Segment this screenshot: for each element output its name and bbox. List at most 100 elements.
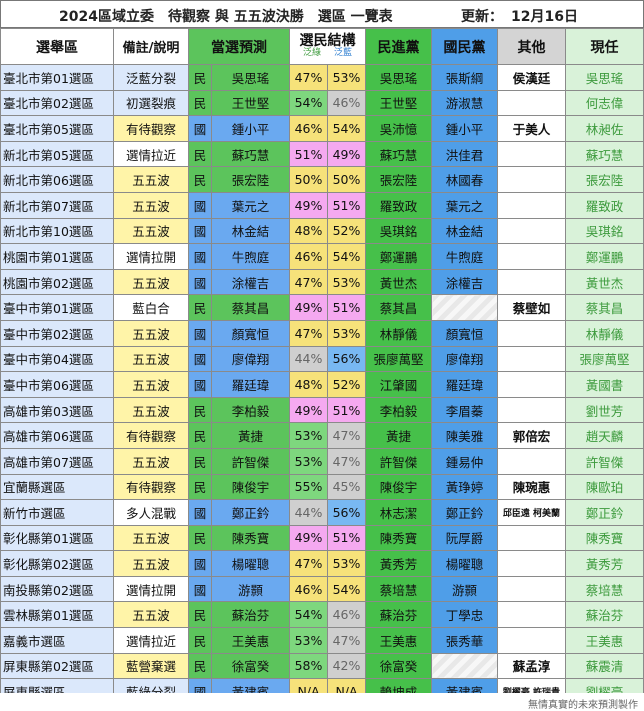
green-pct-cell: 54% (289, 601, 328, 629)
green-pct-cell: 51% (289, 140, 328, 168)
party-cell: 民 (188, 89, 212, 117)
table-row: 彰化縣第01選區 五五波民陳秀寶 49% 51% 陳秀寶 阮厚爵 陳秀寶 (0, 524, 644, 552)
blue-pct-cell: 46% (327, 89, 366, 117)
blue-pct-cell: 52% (327, 371, 366, 398)
party-cell: 國 (188, 268, 212, 296)
table-row: 新北市第06選區 五五波民張宏陸 50% 50% 張宏陸 林國春 張宏陸 (0, 166, 644, 193)
other-candidate-cell (497, 601, 566, 629)
party-cell: 民 (188, 64, 212, 91)
table-row: 臺中市第04選區 五五波國廖偉翔 44% 56% 張廖萬堅 廖偉翔 張廖萬堅 (0, 345, 644, 373)
kmt-candidate-cell: 張秀華 (431, 627, 498, 654)
note-cell: 有待觀察 (113, 422, 189, 449)
header-dpp: 民進黨 (365, 28, 432, 65)
blue-pct-cell: 54% (327, 575, 366, 603)
incumbent-cell: 蘇治芬 (565, 601, 644, 629)
other-candidate-cell: 侯漢廷 (497, 64, 566, 91)
predicted-cell: 蘇巧慧 (211, 140, 290, 168)
other-candidate-cell (497, 191, 566, 219)
predicted-cell: 陳秀寶 (211, 524, 290, 552)
dpp-candidate-cell: 蔡其昌 (365, 294, 432, 321)
header-note: 備註/說明 (113, 28, 189, 65)
incumbent-cell: 鄭運鵬 (565, 243, 644, 270)
blue-pct-cell: 46% (327, 601, 366, 629)
kmt-candidate-cell: 張斯綱 (431, 64, 498, 91)
other-candidate-cell (497, 345, 566, 373)
note-cell: 五五波 (113, 191, 189, 219)
blue-pct-cell: 51% (327, 524, 366, 552)
note-cell: 五五波 (113, 396, 189, 424)
kmt-candidate-cell: 洪佳君 (431, 140, 498, 168)
district-cell: 臺北市第05選區 (0, 115, 114, 142)
header-row: 選舉區 備註/說明 當選預測 選民結構 泛綠 泛藍 民進黨 國民黨 其他 現任 (0, 28, 644, 65)
green-pct-cell: 47% (289, 268, 328, 296)
note-cell: 五五波 (113, 371, 189, 398)
district-cell: 臺北市第01選區 (0, 64, 114, 91)
incumbent-cell: 黃秀芳 (565, 550, 644, 577)
header-blue: 泛藍 (333, 48, 352, 59)
blue-pct-cell: 53% (327, 64, 366, 91)
incumbent-cell: 陳秀寶 (565, 524, 644, 552)
blue-pct-cell: 54% (327, 115, 366, 142)
other-candidate-cell (497, 575, 566, 603)
party-cell: 國 (188, 550, 212, 577)
district-cell: 新北市第07選區 (0, 191, 114, 219)
other-candidate-cell: 邱臣遠 柯美蘭 (497, 499, 566, 526)
note-cell: 初選裂痕 (113, 89, 189, 117)
district-cell: 臺中市第04選區 (0, 345, 114, 373)
party-cell: 民 (188, 422, 212, 449)
incumbent-cell: 羅致政 (565, 191, 644, 219)
incumbent-cell: 張廖萬堅 (565, 345, 644, 373)
note-cell: 選情拉開 (113, 243, 189, 270)
incumbent-cell: 鄭正鈐 (565, 499, 644, 526)
dpp-candidate-cell: 林靜儀 (365, 319, 432, 347)
table-row: 桃園市第02選區 五五波國涂權吉 47% 53% 黃世杰 涂權吉 黃世杰 (0, 268, 644, 296)
predicted-cell: 楊曜聰 (211, 550, 290, 577)
other-candidate-cell: 于美人 (497, 115, 566, 142)
green-pct-cell: 46% (289, 575, 328, 603)
green-pct-cell: 54% (289, 89, 328, 117)
kmt-candidate-cell: 鄭正鈐 (431, 499, 498, 526)
green-pct-cell: 48% (289, 217, 328, 245)
table-row: 彰化縣第02選區 五五波國楊曜聰 47% 53% 黃秀芳 楊曜聰 黃秀芳 (0, 550, 644, 577)
predicted-cell: 鍾小平 (211, 115, 290, 142)
blue-pct-cell: 52% (327, 217, 366, 245)
party-cell: 國 (188, 371, 212, 398)
note-cell: 五五波 (113, 166, 189, 193)
other-candidate-cell: 郭倍宏 (497, 422, 566, 449)
dpp-candidate-cell: 蘇巧慧 (365, 140, 432, 168)
kmt-candidate-cell: 李眉蓁 (431, 396, 498, 424)
dpp-candidate-cell: 蔡培慧 (365, 575, 432, 603)
page-title: 2024區域立委 待觀察 與 五五波決勝 選區 一覽表 (59, 9, 393, 25)
dpp-candidate-cell: 吳沛憶 (365, 115, 432, 142)
incumbent-cell: 陳歐珀 (565, 473, 644, 501)
party-cell: 民 (188, 396, 212, 424)
note-cell: 五五波 (113, 268, 189, 296)
other-candidate-cell (497, 166, 566, 193)
party-cell: 民 (188, 601, 212, 629)
other-candidate-cell (497, 89, 566, 117)
dpp-candidate-cell: 李柏毅 (365, 396, 432, 424)
green-pct-cell: 49% (289, 191, 328, 219)
table-row: 桃園市第01選區 選情拉開國牛煦庭 46% 54% 鄭運鵬 牛煦庭 鄭運鵬 (0, 243, 644, 270)
blue-pct-cell: 51% (327, 396, 366, 424)
party-cell: 民 (188, 294, 212, 321)
note-cell: 藍營棄選 (113, 652, 189, 680)
green-pct-cell: 48% (289, 371, 328, 398)
blue-pct-cell: 45% (327, 473, 366, 501)
header-green: 泛綠 (303, 48, 322, 59)
district-cell: 彰化縣第02選區 (0, 550, 114, 577)
party-cell: 民 (188, 524, 212, 552)
green-pct-cell: 53% (289, 447, 328, 475)
district-table: 選舉區 備註/說明 當選預測 選民結構 泛綠 泛藍 民進黨 國民黨 其他 現任 … (0, 28, 644, 705)
table-row: 臺北市第01選區 泛藍分裂民吳思瑤 47% 53% 吳思瑤 張斯綱 侯漢廷 吳思瑤 (0, 64, 644, 91)
party-cell: 民 (188, 140, 212, 168)
green-pct-cell: 58% (289, 652, 328, 680)
predicted-cell: 張宏陸 (211, 166, 290, 193)
incumbent-cell: 林靜儀 (565, 319, 644, 347)
predicted-cell: 羅廷瑋 (211, 371, 290, 398)
district-cell: 新北市第05選區 (0, 140, 114, 168)
kmt-candidate-cell: 顏寬恒 (431, 319, 498, 347)
predicted-cell: 李柏毅 (211, 396, 290, 424)
green-pct-cell: 44% (289, 499, 328, 526)
party-cell: 民 (188, 166, 212, 193)
